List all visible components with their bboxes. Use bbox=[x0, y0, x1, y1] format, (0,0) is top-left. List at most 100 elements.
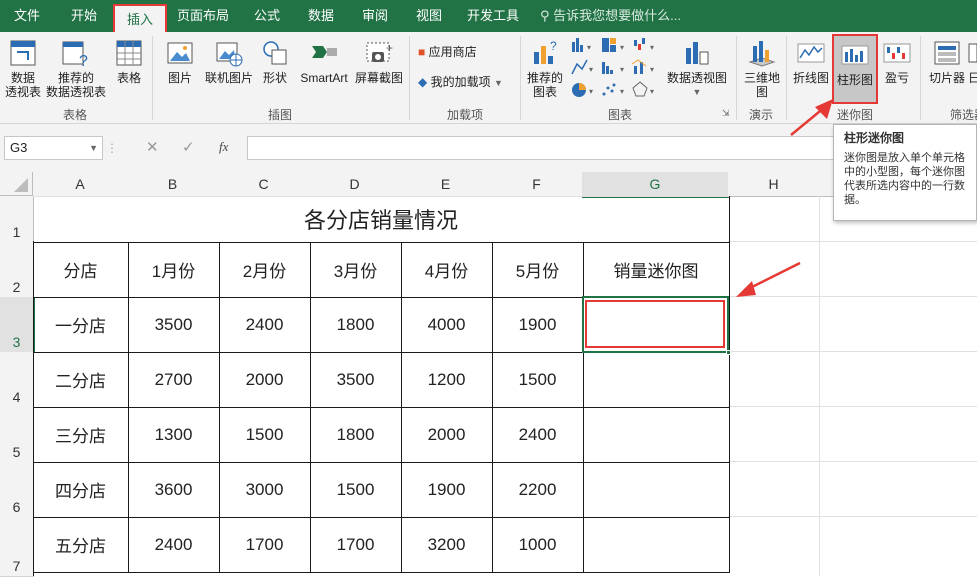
pivot-chart-button[interactable]: 数据透视图 ▼ bbox=[664, 38, 730, 99]
table-title[interactable]: 各分店销量情况 bbox=[33, 196, 730, 243]
table-cell[interactable]: 3500 bbox=[310, 352, 402, 408]
table-cell[interactable]: 2200 bbox=[492, 462, 584, 518]
pivot-table-button[interactable]: 数据 透视表 bbox=[3, 38, 43, 99]
table-cell[interactable]: 二分店 bbox=[33, 352, 129, 408]
online-picture-button[interactable]: 联机图片 bbox=[202, 38, 256, 85]
sparkline-cell[interactable] bbox=[583, 352, 730, 408]
smartart-button[interactable]: SmartArt bbox=[296, 38, 352, 85]
row-header-7[interactable]: 7 bbox=[0, 517, 34, 577]
table-cell[interactable]: 3500 bbox=[128, 297, 220, 353]
table-cell[interactable]: 4000 bbox=[401, 297, 493, 353]
column-header-h[interactable]: H bbox=[728, 172, 820, 197]
table-cell[interactable]: 1300 bbox=[128, 407, 220, 463]
addins-icon: ◆ bbox=[418, 75, 428, 89]
sparkline-cell[interactable] bbox=[583, 462, 730, 518]
table-cell[interactable]: 2000 bbox=[401, 407, 493, 463]
sparkline-line-button[interactable]: 折线图 bbox=[791, 38, 831, 85]
header-cell[interactable]: 销量迷你图 bbox=[583, 242, 730, 298]
row-header-5[interactable]: 5 bbox=[0, 407, 34, 463]
sparkline-winloss-button[interactable]: 盈亏 bbox=[880, 38, 914, 85]
table-cell[interactable]: 1900 bbox=[401, 462, 493, 518]
3d-map-button[interactable]: 三维地 图 bbox=[740, 38, 784, 99]
row-header-1[interactable]: 1 bbox=[0, 196, 34, 243]
header-cell[interactable]: 5月份 bbox=[492, 242, 584, 298]
column-header-a[interactable]: A bbox=[33, 172, 128, 197]
table-cell[interactable]: 三分店 bbox=[33, 407, 129, 463]
store-button[interactable]: ■ 应用商店 bbox=[418, 42, 518, 62]
recommended-pivot-button[interactable]: ? 推荐的 数据透视表 bbox=[44, 38, 108, 99]
tab-developer[interactable]: 开发工具 bbox=[462, 0, 524, 32]
tab-formulas[interactable]: 公式 bbox=[248, 0, 286, 32]
table-cell[interactable]: 1500 bbox=[219, 407, 311, 463]
header-cell[interactable]: 2月份 bbox=[219, 242, 311, 298]
table-cell[interactable]: 1700 bbox=[219, 517, 311, 573]
header-cell[interactable]: 分店 bbox=[33, 242, 129, 298]
table-button[interactable]: 表格 bbox=[110, 38, 148, 85]
timeline-button[interactable]: 日 bbox=[968, 38, 977, 85]
my-addins-button[interactable]: ◆ 我的加载项 ▼ bbox=[418, 72, 518, 92]
header-cell[interactable]: 3月份 bbox=[310, 242, 402, 298]
column-header-b[interactable]: B bbox=[127, 172, 219, 197]
column-header-e[interactable]: E bbox=[400, 172, 492, 197]
table-cell[interactable]: 2700 bbox=[128, 352, 220, 408]
recommended-charts-button[interactable]: ? 推荐的 图表 bbox=[524, 38, 566, 99]
table-cell[interactable]: 四分店 bbox=[33, 462, 129, 518]
dropdown-arrow-icon[interactable]: ▼ bbox=[89, 137, 98, 159]
table-cell[interactable]: 1500 bbox=[492, 352, 584, 408]
sparkline-cell[interactable] bbox=[583, 407, 730, 463]
dialog-launcher-icon[interactable]: ⇲ bbox=[722, 108, 731, 118]
tab-file[interactable]: 文件 bbox=[10, 0, 44, 32]
column-header-g[interactable]: G bbox=[582, 172, 729, 198]
header-cell[interactable]: 1月份 bbox=[128, 242, 220, 298]
fill-handle[interactable] bbox=[726, 350, 731, 355]
table-cell[interactable]: 1500 bbox=[310, 462, 402, 518]
svg-text:▾: ▾ bbox=[650, 43, 654, 52]
tab-view[interactable]: 视图 bbox=[410, 0, 448, 32]
name-box[interactable]: G3 ▼ bbox=[4, 136, 103, 160]
group-label-illustrations: 插图 bbox=[267, 108, 292, 122]
enter-icon[interactable]: ✓ bbox=[182, 138, 195, 156]
svg-text:?: ? bbox=[550, 39, 557, 53]
picture-button[interactable]: 图片 bbox=[160, 38, 200, 85]
slicer-button[interactable]: 切片器 bbox=[926, 38, 968, 85]
tab-review[interactable]: 审阅 bbox=[356, 0, 394, 32]
table-cell[interactable]: 2400 bbox=[492, 407, 584, 463]
table-cell[interactable]: 1900 bbox=[492, 297, 584, 353]
table-cell[interactable]: 五分店 bbox=[33, 517, 129, 573]
table-cell[interactable]: 2400 bbox=[219, 297, 311, 353]
chart-type-gallery: ▾ ▾ ▾ ▾ ▾ ▾ ▾ ▾ ▾ bbox=[570, 36, 662, 102]
table-cell[interactable]: 3000 bbox=[219, 462, 311, 518]
tab-home[interactable]: 开始 bbox=[62, 0, 106, 32]
combo-chart-icon bbox=[631, 59, 647, 74]
select-all-corner[interactable] bbox=[0, 172, 33, 196]
cancel-icon[interactable]: ✕ bbox=[146, 138, 159, 156]
row-header-4[interactable]: 4 bbox=[0, 352, 34, 408]
row-header-2[interactable]: 2 bbox=[0, 242, 34, 298]
sparkline-cell[interactable] bbox=[583, 517, 730, 573]
column-header-d[interactable]: D bbox=[309, 172, 401, 197]
screenshot-button[interactable]: + 屏幕截图 bbox=[352, 38, 406, 85]
tab-page-layout[interactable]: 页面布局 bbox=[172, 0, 234, 32]
svg-text:▾: ▾ bbox=[589, 87, 593, 96]
table-cell[interactable]: 2000 bbox=[219, 352, 311, 408]
table-cell[interactable]: 1800 bbox=[310, 407, 402, 463]
table-cell[interactable]: 3200 bbox=[401, 517, 493, 573]
tell-me-box[interactable]: ⚲ 告诉我您想要做什么... bbox=[540, 0, 690, 32]
table-cell[interactable]: 1700 bbox=[310, 517, 402, 573]
column-header-c[interactable]: C bbox=[218, 172, 310, 197]
table-cell[interactable]: 一分店 bbox=[33, 297, 129, 353]
table-cell[interactable]: 3600 bbox=[128, 462, 220, 518]
table-cell[interactable]: 1200 bbox=[401, 352, 493, 408]
insert-function-icon[interactable]: fx bbox=[219, 139, 228, 155]
table-cell[interactable]: 1000 bbox=[492, 517, 584, 573]
row-header-3[interactable]: 3 bbox=[0, 297, 35, 353]
sparkline-column-button[interactable]: 柱形图 bbox=[832, 34, 878, 104]
tooltip: 柱形迷你图 迷你图是放入单个单元格中的小型图，每个迷你图代表所选内容中的一行数据… bbox=[833, 124, 977, 221]
table-cell[interactable]: 1800 bbox=[310, 297, 402, 353]
column-header-f[interactable]: F bbox=[491, 172, 583, 197]
table-cell[interactable]: 2400 bbox=[128, 517, 220, 573]
shapes-button[interactable]: 形状 bbox=[258, 38, 292, 85]
row-header-6[interactable]: 6 bbox=[0, 462, 34, 518]
header-cell[interactable]: 4月份 bbox=[401, 242, 493, 298]
tab-data[interactable]: 数据 bbox=[302, 0, 340, 32]
